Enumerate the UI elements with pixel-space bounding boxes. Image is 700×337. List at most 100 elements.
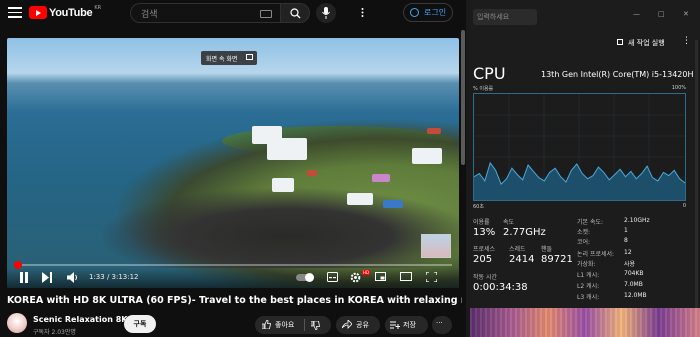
more-actions-button[interactable]: ··· <box>432 316 452 334</box>
autoplay-toggle[interactable] <box>296 273 314 282</box>
spec-label: 소켓: <box>577 229 591 236</box>
maximize-icon[interactable]: □ <box>658 10 665 18</box>
save-playlist-icon <box>390 321 400 329</box>
pip-icon <box>246 54 253 60</box>
spec-label: L2 캐시: <box>577 283 600 290</box>
close-icon[interactable]: ✕ <box>683 10 689 18</box>
minimize-icon[interactable]: — <box>633 10 640 18</box>
utilization-value: 13% <box>473 227 496 238</box>
run-task-label: 새 작업 실행 <box>628 39 665 47</box>
utilization-axis-label: % 이용률 <box>473 86 494 92</box>
thumbs-up-icon[interactable] <box>262 320 271 329</box>
pause-icon[interactable] <box>19 272 29 283</box>
share-button[interactable]: 공유 <box>336 316 380 334</box>
spec-label: 기본 속도: <box>577 219 604 226</box>
task-manager-search-input[interactable]: 입력하세요 <box>473 9 537 25</box>
progress-bar[interactable] <box>13 261 452 269</box>
spec-value: 7.0MB <box>624 281 643 288</box>
threads-value: 2414 <box>509 254 535 265</box>
save-button[interactable]: 저장 <box>385 316 428 334</box>
handles-value: 89721 <box>541 254 573 265</box>
cpu-graph-svg <box>474 94 685 200</box>
threads-label: 스레드 <box>509 246 526 253</box>
share-label: 공유 <box>356 321 369 329</box>
picture-in-picture-chip[interactable]: 화면 속 화면 <box>201 51 257 65</box>
logo-region: KR <box>94 4 102 11</box>
time-display: 1:33 / 3:13:12 <box>89 273 139 281</box>
cpu-utilization-graph <box>473 93 686 201</box>
like-label[interactable]: 좋아요 <box>275 320 294 330</box>
graph-time-label: 60초 <box>473 204 484 210</box>
spec-label: 논리 프로세서: <box>577 251 615 258</box>
thumbs-down-icon[interactable] <box>311 321 320 330</box>
spec-label: L3 캐시: <box>577 294 600 301</box>
building-graphic <box>307 170 317 176</box>
account-icon <box>410 8 419 17</box>
spec-value: 12.0MB <box>624 292 647 299</box>
youtube-window: YouTube KR 검색 로그인 화면 속 화면 1:33 / 3:13:12… <box>0 0 466 337</box>
building-graphic <box>427 128 441 134</box>
speed-label: 속도 <box>503 219 515 226</box>
building-graphic <box>372 174 390 182</box>
share-icon <box>342 320 352 329</box>
keyboard-icon[interactable] <box>260 10 272 18</box>
search-input[interactable]: 검색 <box>130 3 280 23</box>
handles-label: 핸들 <box>541 246 553 253</box>
spec-value: 12 <box>624 249 632 256</box>
subtitles-icon[interactable] <box>327 272 338 282</box>
search-button[interactable] <box>280 3 310 23</box>
youtube-logo[interactable]: YouTube KR <box>29 4 102 19</box>
video-player[interactable]: 화면 속 화면 1:33 / 3:13:12 HD <box>7 38 459 288</box>
miniplayer-icon[interactable] <box>375 272 386 281</box>
subscriber-count: 구독자 2.03만명 <box>33 329 76 336</box>
volume-icon[interactable] <box>67 272 79 283</box>
run-task-icon <box>617 39 623 45</box>
speed-value: 2.77GHz <box>503 227 546 238</box>
voice-search-button[interactable] <box>316 3 336 23</box>
spec-label: 가상화: <box>577 261 596 268</box>
graph-zero-label: 0 <box>682 203 686 209</box>
uptime-value: 0:00:34:38 <box>473 282 528 293</box>
save-label: 저장 <box>403 321 416 329</box>
preview-thumbnail <box>421 234 451 258</box>
utilization-max-label: 100% <box>671 85 686 91</box>
search-placeholder: 검색 <box>141 10 158 20</box>
spec-value: 2.10GHz <box>624 217 650 224</box>
theater-mode-icon[interactable] <box>400 272 412 281</box>
task-manager-scrollbar[interactable] <box>695 40 698 310</box>
play-logo-icon <box>29 6 47 19</box>
like-dislike-group: 좋아요 <box>255 316 331 334</box>
logo-text: YouTube <box>49 6 93 19</box>
player-controls: 1:33 / 3:13:12 HD <box>7 268 459 288</box>
building-graphic <box>347 193 373 205</box>
spec-value: 사용 <box>624 261 636 268</box>
uptime-label: 작동 시간 <box>473 274 497 281</box>
spec-label: L1 캐시: <box>577 272 600 279</box>
building-graphic <box>272 178 294 192</box>
hd-badge: HD <box>362 270 371 275</box>
channel-avatar[interactable] <box>7 313 27 333</box>
like-separator <box>304 319 305 331</box>
utilization-label: 이용률 <box>473 219 490 226</box>
login-button[interactable]: 로그인 <box>403 3 453 22</box>
building-graphic <box>412 148 442 164</box>
processes-label: 프로세스 <box>473 246 496 253</box>
subscribe-button[interactable]: 구독 <box>124 315 156 333</box>
youtube-header: YouTube KR 검색 로그인 <box>0 0 466 28</box>
channel-name[interactable]: Scenic Relaxation 8K <box>33 315 128 324</box>
more-options-icon[interactable] <box>358 8 367 17</box>
building-graphic <box>267 138 307 160</box>
processes-value: 205 <box>473 254 493 265</box>
task-manager-window: 입력하세요 — □ ✕ 새 작업 실행 ⋮ CPU 13th Gen Intel… <box>470 0 700 337</box>
spec-value: 8 <box>624 237 628 244</box>
desktop-wallpaper <box>470 308 700 337</box>
next-icon[interactable] <box>42 272 52 283</box>
more-options-icon[interactable]: ⋮ <box>682 36 691 46</box>
cpu-title: CPU <box>473 64 506 83</box>
login-label: 로그인 <box>424 8 447 17</box>
page-scrollbar[interactable] <box>461 30 465 165</box>
more-icon: ··· <box>436 319 443 327</box>
fullscreen-icon[interactable] <box>426 272 437 282</box>
menu-icon[interactable] <box>8 7 22 19</box>
settings-gear-icon[interactable] <box>350 272 361 283</box>
